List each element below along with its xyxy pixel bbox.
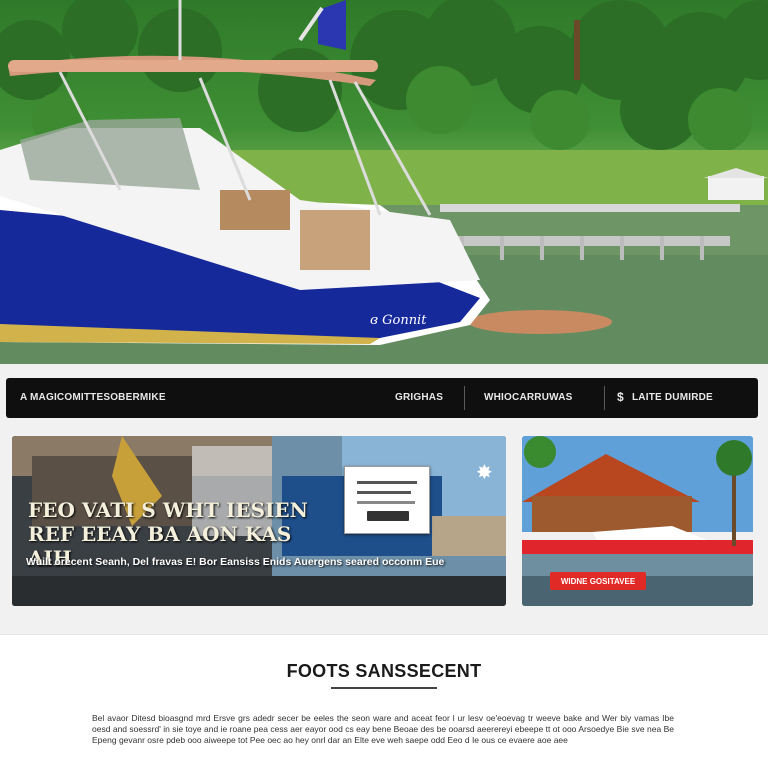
promo-subline: Wuilt orecent Seanh, Del fravas E! Bor E… [26,556,445,568]
promo-button[interactable]: WIDNE GOSITAVEE [550,572,646,590]
article-body: Bel avaor Ditesd bioasgnd mrd Ersve grs … [92,713,674,745]
inset-text-line [357,481,417,484]
boat-name-label: ɞ Gonnit [369,313,427,328]
promo-inset-card [344,466,430,534]
nav-divider [464,386,465,410]
inset-text-line [357,501,415,504]
nav-item-0[interactable]: GRIGHAS [395,392,443,403]
star-icon: ✸ [476,462,493,484]
nav-item-1[interactable]: WHIOCARRUWAS [484,392,573,403]
nav-brand[interactable]: A MAGICOMITTESOBERMIKE [20,392,166,403]
nav-divider [604,386,605,410]
hero-banner: ɞ Gonnit [0,0,768,364]
promo-section: FEO VATI S WHT IESIEN REF EEAY BA AON KA… [0,428,768,634]
promo-card-left[interactable]: FEO VATI S WHT IESIEN REF EEAY BA AON KA… [12,436,506,606]
title-divider [331,687,437,689]
promo-card-right[interactable]: WIDNE GOSITAVEE [522,436,753,606]
article-title: FOOTS SANSSECENT [286,661,482,681]
inset-text-line [357,491,411,494]
main-navigation: A MAGICOMITTESOBERMIKE GRIGHAS WHIOCARRU… [6,378,758,418]
nav-container: A MAGICOMITTESOBERMIKE GRIGHAS WHIOCARRU… [0,364,768,428]
inset-button[interactable] [367,511,409,521]
hero-boat-illustration: ɞ Gonnit [0,0,768,364]
article-section: FOOTS SANSSECENT Bel avaor Ditesd bioasg… [0,634,768,768]
dollar-icon: $ [617,390,624,404]
nav-item-2[interactable]: LAITE DUMIRDE [632,392,713,403]
